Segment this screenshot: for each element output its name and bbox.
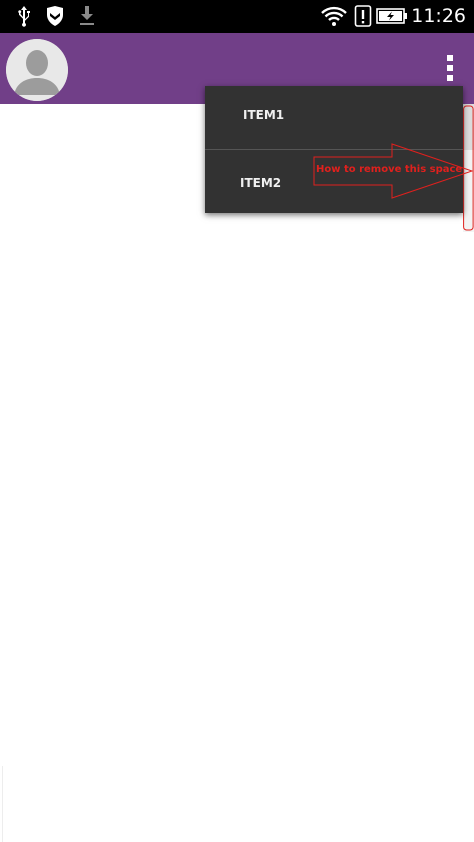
usb-icon: [18, 6, 30, 27]
status-bar: 11:26: [0, 0, 474, 33]
avatar[interactable]: [6, 39, 68, 101]
menu-item-label: ITEM1: [243, 108, 285, 122]
download-icon: [80, 6, 94, 25]
user-silhouette-icon: [6, 39, 68, 101]
wifi-icon: [321, 6, 347, 26]
phone-screen: 11:26 ITEM1 ITEM2 How to remove this spa…: [0, 0, 474, 842]
menu-item-label: ITEM2: [240, 176, 282, 190]
alert-icon: [354, 5, 372, 27]
annotation-text: How to remove this space: [316, 164, 463, 175]
menu-item-1[interactable]: ITEM1: [205, 86, 463, 148]
status-time: 11:26: [411, 5, 466, 27]
left-edge-mark: [2, 766, 3, 842]
battery-charging-icon: [376, 8, 407, 24]
shield-icon: [47, 6, 63, 26]
more-vertical-icon[interactable]: [444, 53, 456, 83]
